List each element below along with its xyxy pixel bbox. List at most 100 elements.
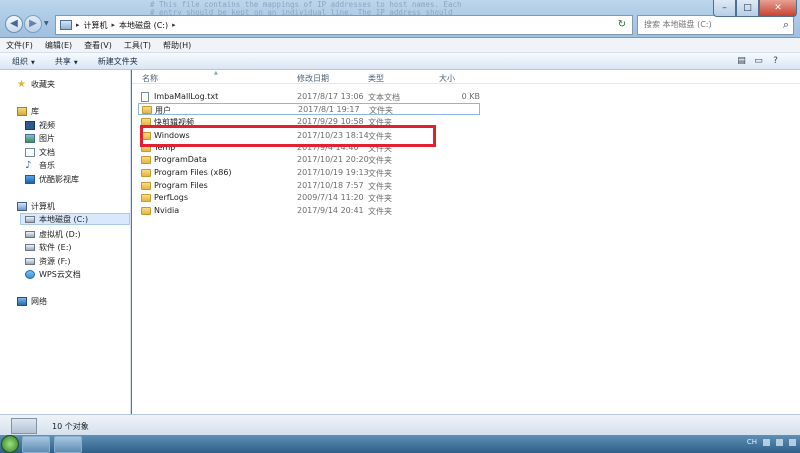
menu-file[interactable]: 文件(F) — [6, 40, 33, 51]
file-name: 快剪辑视频 — [154, 118, 194, 127]
sidebar-item-computer[interactable]: 计算机 — [17, 200, 55, 212]
picture-icon — [25, 133, 35, 143]
taskbar-explorer-button[interactable] — [22, 436, 50, 453]
sort-arrow-icon: ▲ — [214, 70, 218, 76]
menu-help[interactable]: 帮助(H) — [163, 40, 191, 51]
search-box[interactable]: ⌕ — [637, 15, 794, 35]
sidebar-item-music[interactable]: ♪ 音乐 — [25, 159, 55, 171]
sidebar-item-favorites[interactable]: ★ 收藏夹 — [17, 78, 55, 90]
help-icon[interactable]: ? — [769, 55, 782, 67]
table-row[interactable]: ProgramData 2017/10/21 20:20 文件夹 — [138, 154, 480, 166]
drive-icon — [25, 243, 35, 251]
file-type: 文本文档 — [368, 93, 400, 102]
file-type: 文件夹 — [369, 106, 393, 115]
table-row[interactable]: Temp 2017/9/4 14:40 文件夹 — [138, 142, 480, 154]
folder-icon — [141, 132, 151, 140]
tray-icon[interactable] — [763, 438, 770, 446]
computer-icon — [17, 201, 27, 211]
table-row[interactable]: Windows 2017/10/23 18:14 文件夹 — [138, 130, 480, 142]
search-icon[interactable]: ⌕ — [783, 18, 789, 32]
sidebar-label: 优酷影视库 — [39, 174, 79, 184]
organize-button[interactable]: 组织 ▼ — [12, 56, 35, 67]
file-name: ImbaMallLog.txt — [154, 92, 219, 101]
sidebar-item-youku-library[interactable]: 优酷影视库 — [25, 173, 79, 185]
sidebar-item-drive-c[interactable]: 本地磁盘 (C:) — [20, 213, 130, 225]
table-row[interactable]: Program Files 2017/10/18 7:57 文件夹 — [138, 180, 480, 192]
sidebar-item-documents[interactable]: 文档 — [25, 146, 55, 158]
menu-edit[interactable]: 编辑(E) — [45, 40, 72, 51]
crumb-separator[interactable]: ▸ — [76, 21, 80, 29]
table-row[interactable]: Program Files (x86) 2017/10/19 19:13 文件夹 — [138, 167, 480, 179]
sidebar-label: 计算机 — [31, 201, 55, 211]
chevron-down-icon: ▼ — [31, 59, 35, 66]
share-button[interactable]: 共享 ▼ — [55, 56, 78, 67]
file-name: Program Files (x86) — [154, 168, 232, 177]
column-date[interactable]: 修改日期 — [297, 73, 329, 84]
status-bar: 10 个对象 — [0, 414, 800, 435]
back-button[interactable]: ◀ — [5, 15, 23, 33]
youku-icon — [25, 174, 35, 184]
minimize-button[interactable]: – — [713, 0, 736, 17]
column-name[interactable]: 名称 — [142, 73, 158, 84]
file-date: 2009/7/14 11:20 — [297, 193, 364, 202]
taskbar-app-button[interactable] — [54, 436, 82, 453]
tray-icon[interactable] — [776, 438, 783, 446]
file-list: ▲ 名称 修改日期 类型 大小 ImbaMallLog.txt 2017/8/17… — [132, 70, 800, 414]
menu-tools[interactable]: 工具(T) — [124, 40, 151, 51]
file-date: 2017/8/1 19:17 — [298, 105, 360, 114]
library-icon — [17, 106, 27, 116]
sidebar-item-drive-e[interactable]: 软件 (E:) — [25, 241, 72, 253]
sidebar-label: 软件 (E:) — [39, 242, 72, 252]
address-bar[interactable]: ▸ 计算机 ▸ 本地磁盘 (C:) ▸ ↻ — [55, 15, 633, 35]
new-folder-button[interactable]: 新建文件夹 — [98, 56, 138, 67]
sidebar-item-network[interactable]: 网络 — [17, 295, 47, 307]
breadcrumb-computer[interactable]: 计算机 — [84, 20, 108, 31]
folder-icon — [142, 106, 152, 114]
table-row[interactable]: 快剪辑视频 2017/9/29 10:58 文件夹 — [138, 116, 480, 128]
column-type[interactable]: 类型 — [368, 73, 384, 84]
table-row[interactable]: 用户 2017/8/1 19:17 文件夹 — [138, 103, 480, 115]
sidebar-item-drive-d[interactable]: 虚拟机 (D:) — [25, 228, 81, 240]
start-button[interactable] — [1, 435, 19, 453]
breadcrumb-local-disk[interactable]: 本地磁盘 (C:) — [119, 20, 168, 31]
language-indicator[interactable]: CH — [747, 438, 757, 446]
view-options-icon[interactable]: ▤ — [735, 55, 748, 67]
organize-label: 组织 — [12, 56, 28, 66]
table-row[interactable]: ImbaMallLog.txt 2017/8/17 13:06 文本文档 0 KB — [138, 91, 480, 103]
file-type: 文件夹 — [368, 144, 392, 153]
title-bar: # This file contains the mappings of IP … — [0, 0, 800, 38]
sidebar-label: 收藏夹 — [31, 79, 55, 89]
folder-icon — [141, 207, 151, 215]
file-type: 文件夹 — [368, 207, 392, 216]
sidebar-item-videos[interactable]: 视频 — [25, 119, 55, 131]
sidebar-item-pictures[interactable]: 图片 — [25, 132, 55, 144]
file-name: 用户 — [155, 106, 171, 115]
table-row[interactable]: PerfLogs 2009/7/14 11:20 文件夹 — [138, 192, 480, 204]
sidebar-label: 网络 — [31, 296, 47, 306]
drive-large-icon — [11, 418, 37, 434]
recent-pages-dropdown[interactable]: ▼ — [44, 20, 49, 27]
chevron-down-icon: ▼ — [73, 59, 78, 66]
sidebar-item-drive-f[interactable]: 资源 (F:) — [25, 255, 70, 267]
menu-view[interactable]: 查看(V) — [84, 40, 112, 51]
maximize-button[interactable]: □ — [736, 0, 759, 17]
file-date: 2017/9/14 20:41 — [297, 206, 364, 215]
preview-pane-icon[interactable]: ▭ — [752, 55, 765, 67]
refresh-icon[interactable]: ↻ — [615, 18, 629, 32]
file-date: 2017/10/18 7:57 — [297, 181, 364, 190]
search-input[interactable] — [644, 20, 764, 29]
sidebar-item-wps-cloud[interactable]: WPS云文档 — [25, 268, 81, 280]
folder-icon — [141, 182, 151, 190]
forward-button[interactable]: ▶ — [24, 15, 42, 33]
file-type: 文件夹 — [368, 169, 392, 178]
folder-icon — [141, 144, 151, 152]
table-row[interactable]: Nvidia 2017/9/14 20:41 文件夹 — [138, 205, 480, 217]
crumb-separator[interactable]: ▸ — [172, 21, 176, 29]
column-size[interactable]: 大小 — [439, 73, 455, 84]
close-button[interactable]: ✕ — [759, 0, 797, 17]
share-label: 共享 — [54, 56, 71, 66]
folder-icon — [141, 169, 151, 177]
sidebar-item-libraries[interactable]: 库 — [17, 105, 39, 117]
crumb-separator[interactable]: ▸ — [112, 21, 116, 29]
volume-icon[interactable] — [789, 438, 796, 446]
